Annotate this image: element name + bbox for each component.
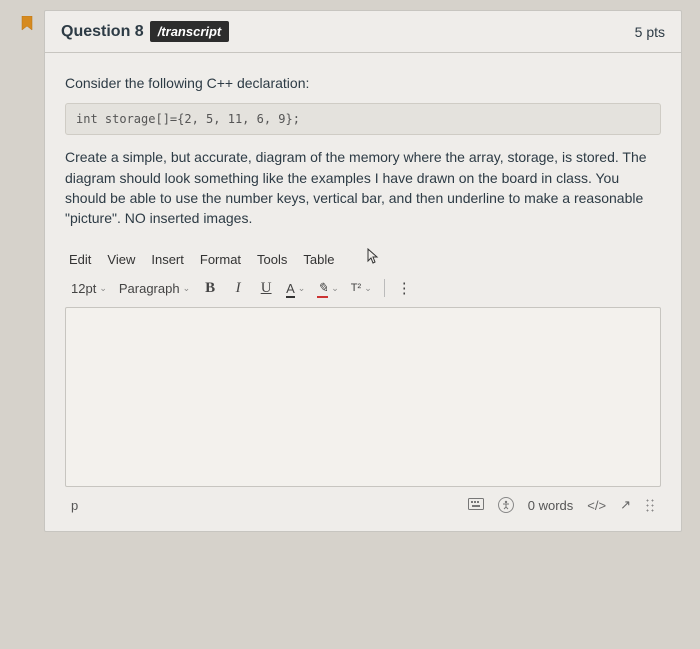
chevron-down-icon: ⌄	[298, 283, 306, 294]
more-options-button[interactable]: ⋮	[397, 279, 413, 297]
chevron-down-icon: ⌄	[183, 283, 191, 294]
points-label: 5 pts	[635, 24, 665, 40]
chevron-down-icon: ⌄	[331, 283, 339, 294]
chevron-down-icon: ⌄	[99, 283, 107, 294]
highlight-icon: ✎	[317, 280, 328, 296]
menu-tools[interactable]: Tools	[257, 252, 287, 267]
bold-button[interactable]: B	[202, 280, 218, 297]
editor-menu-bar: Edit View Insert Format Tools Table	[65, 250, 661, 277]
menu-format[interactable]: Format	[200, 252, 241, 267]
question-number: Question 8	[61, 23, 144, 41]
italic-button[interactable]: I	[230, 280, 246, 297]
editor-toolbar: 12pt ⌄ Paragraph ⌄ B I U A ⌄ ✎	[65, 277, 661, 307]
transcript-chip[interactable]: /transcript	[150, 21, 230, 42]
fullscreen-button[interactable]: ↗	[620, 497, 631, 513]
word-count[interactable]: 0 words	[528, 498, 574, 513]
block-format-value: Paragraph	[119, 281, 180, 296]
underline-button[interactable]: U	[258, 280, 274, 297]
code-declaration: int storage[]={2, 5, 11, 6, 9};	[65, 103, 661, 135]
cursor-icon	[367, 248, 381, 269]
editor-footer: p 0 words </> ↗	[65, 487, 661, 517]
superscript-button[interactable]: T² ⌄	[351, 282, 372, 294]
editor-content-area[interactable]	[65, 307, 661, 487]
text-color-button[interactable]: A ⌄	[286, 281, 305, 296]
element-path[interactable]: p	[71, 498, 78, 513]
menu-table[interactable]: Table	[303, 252, 334, 267]
text-color-icon: A	[286, 281, 295, 296]
question-card: Question 8 /transcript 5 pts Consider th…	[44, 10, 682, 532]
question-body: Consider the following C++ declaration: …	[45, 53, 681, 531]
block-format-select[interactable]: Paragraph ⌄	[119, 281, 190, 296]
chevron-down-icon: ⌄	[364, 283, 372, 294]
menu-view[interactable]: View	[107, 252, 135, 267]
menu-edit[interactable]: Edit	[69, 252, 91, 267]
html-view-button[interactable]: </>	[587, 498, 606, 513]
font-size-select[interactable]: 12pt ⌄	[71, 281, 107, 296]
highlight-button[interactable]: ✎ ⌄	[317, 280, 338, 296]
font-size-value: 12pt	[71, 281, 96, 296]
toolbar-separator	[384, 279, 385, 297]
prompt-intro: Consider the following C++ declaration:	[65, 73, 661, 93]
rich-text-editor: Edit View Insert Format Tools Table 12pt…	[65, 250, 661, 517]
keyboard-icon[interactable]	[468, 498, 484, 513]
accessibility-icon[interactable]	[498, 497, 514, 513]
bookmark-icon[interactable]	[20, 16, 34, 32]
menu-insert[interactable]: Insert	[151, 252, 184, 267]
prompt-instructions: Create a simple, but accurate, diagram o…	[65, 147, 661, 228]
question-header: Question 8 /transcript 5 pts	[45, 11, 681, 53]
resize-handle-icon[interactable]	[645, 498, 655, 512]
superscript-icon: T²	[351, 282, 361, 294]
